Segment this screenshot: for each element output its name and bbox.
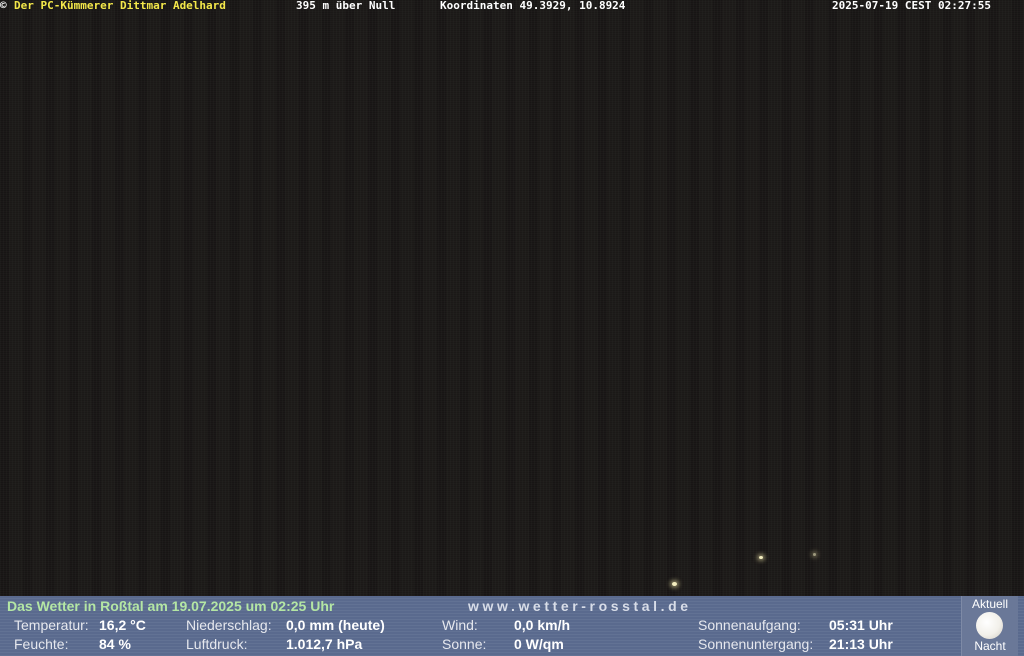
weather-panel: Das Wetter in Roßtal am 19.07.2025 um 02… (0, 596, 1024, 656)
pressure-value: 1.012,7 hPa (286, 636, 363, 652)
distant-light (672, 582, 677, 586)
sunset-label: Sonnenuntergang: (698, 636, 814, 652)
distant-light (813, 553, 816, 556)
sunrise-value: 05:31 Uhr (829, 617, 893, 633)
timestamp-text: 2025-07-19 CEST 02:27:55 (832, 0, 991, 12)
temperature-value: 16,2 °C (99, 617, 146, 633)
pressure-label: Luftdruck: (186, 636, 248, 652)
humidity-label: Feuchte: (14, 636, 69, 652)
wind-label: Wind: (442, 617, 478, 633)
camera-info-overlay: © Der PC-Kümmerer Dittmar Adelhard 395 m… (0, 0, 1024, 12)
owner-text: Der PC-Kümmerer Dittmar Adelhard (14, 0, 226, 12)
wind-value: 0,0 km/h (514, 617, 571, 633)
sun-value: 0 W/qm (514, 636, 564, 652)
status-bottom-label: Nacht (974, 639, 1006, 653)
temperature-label: Temperatur: (14, 617, 89, 633)
precipitation-label: Niederschlag: (186, 617, 272, 633)
coordinates-text: Koordinaten 49.3929, 10.8924 (440, 0, 626, 12)
sunset-value: 21:13 Uhr (829, 636, 893, 652)
copyright-symbol: © (0, 0, 7, 12)
sun-label: Sonne: (442, 636, 487, 652)
weather-title: Das Wetter in Roßtal am 19.07.2025 um 02… (7, 598, 335, 614)
sunrise-label: Sonnenaufgang: (698, 617, 801, 633)
full-moon-icon (976, 612, 1003, 639)
status-top-label: Aktuell (971, 597, 1009, 611)
precipitation-value: 0,0 mm (heute) (286, 617, 385, 633)
webcam-night-image (0, 0, 1024, 596)
moon-status: Aktuell Nacht (961, 596, 1018, 656)
distant-light (759, 556, 763, 559)
website-url: www.wetter-rosstal.de (468, 598, 692, 614)
humidity-value: 84 % (99, 636, 131, 652)
altitude-text: 395 m über Null (296, 0, 396, 12)
